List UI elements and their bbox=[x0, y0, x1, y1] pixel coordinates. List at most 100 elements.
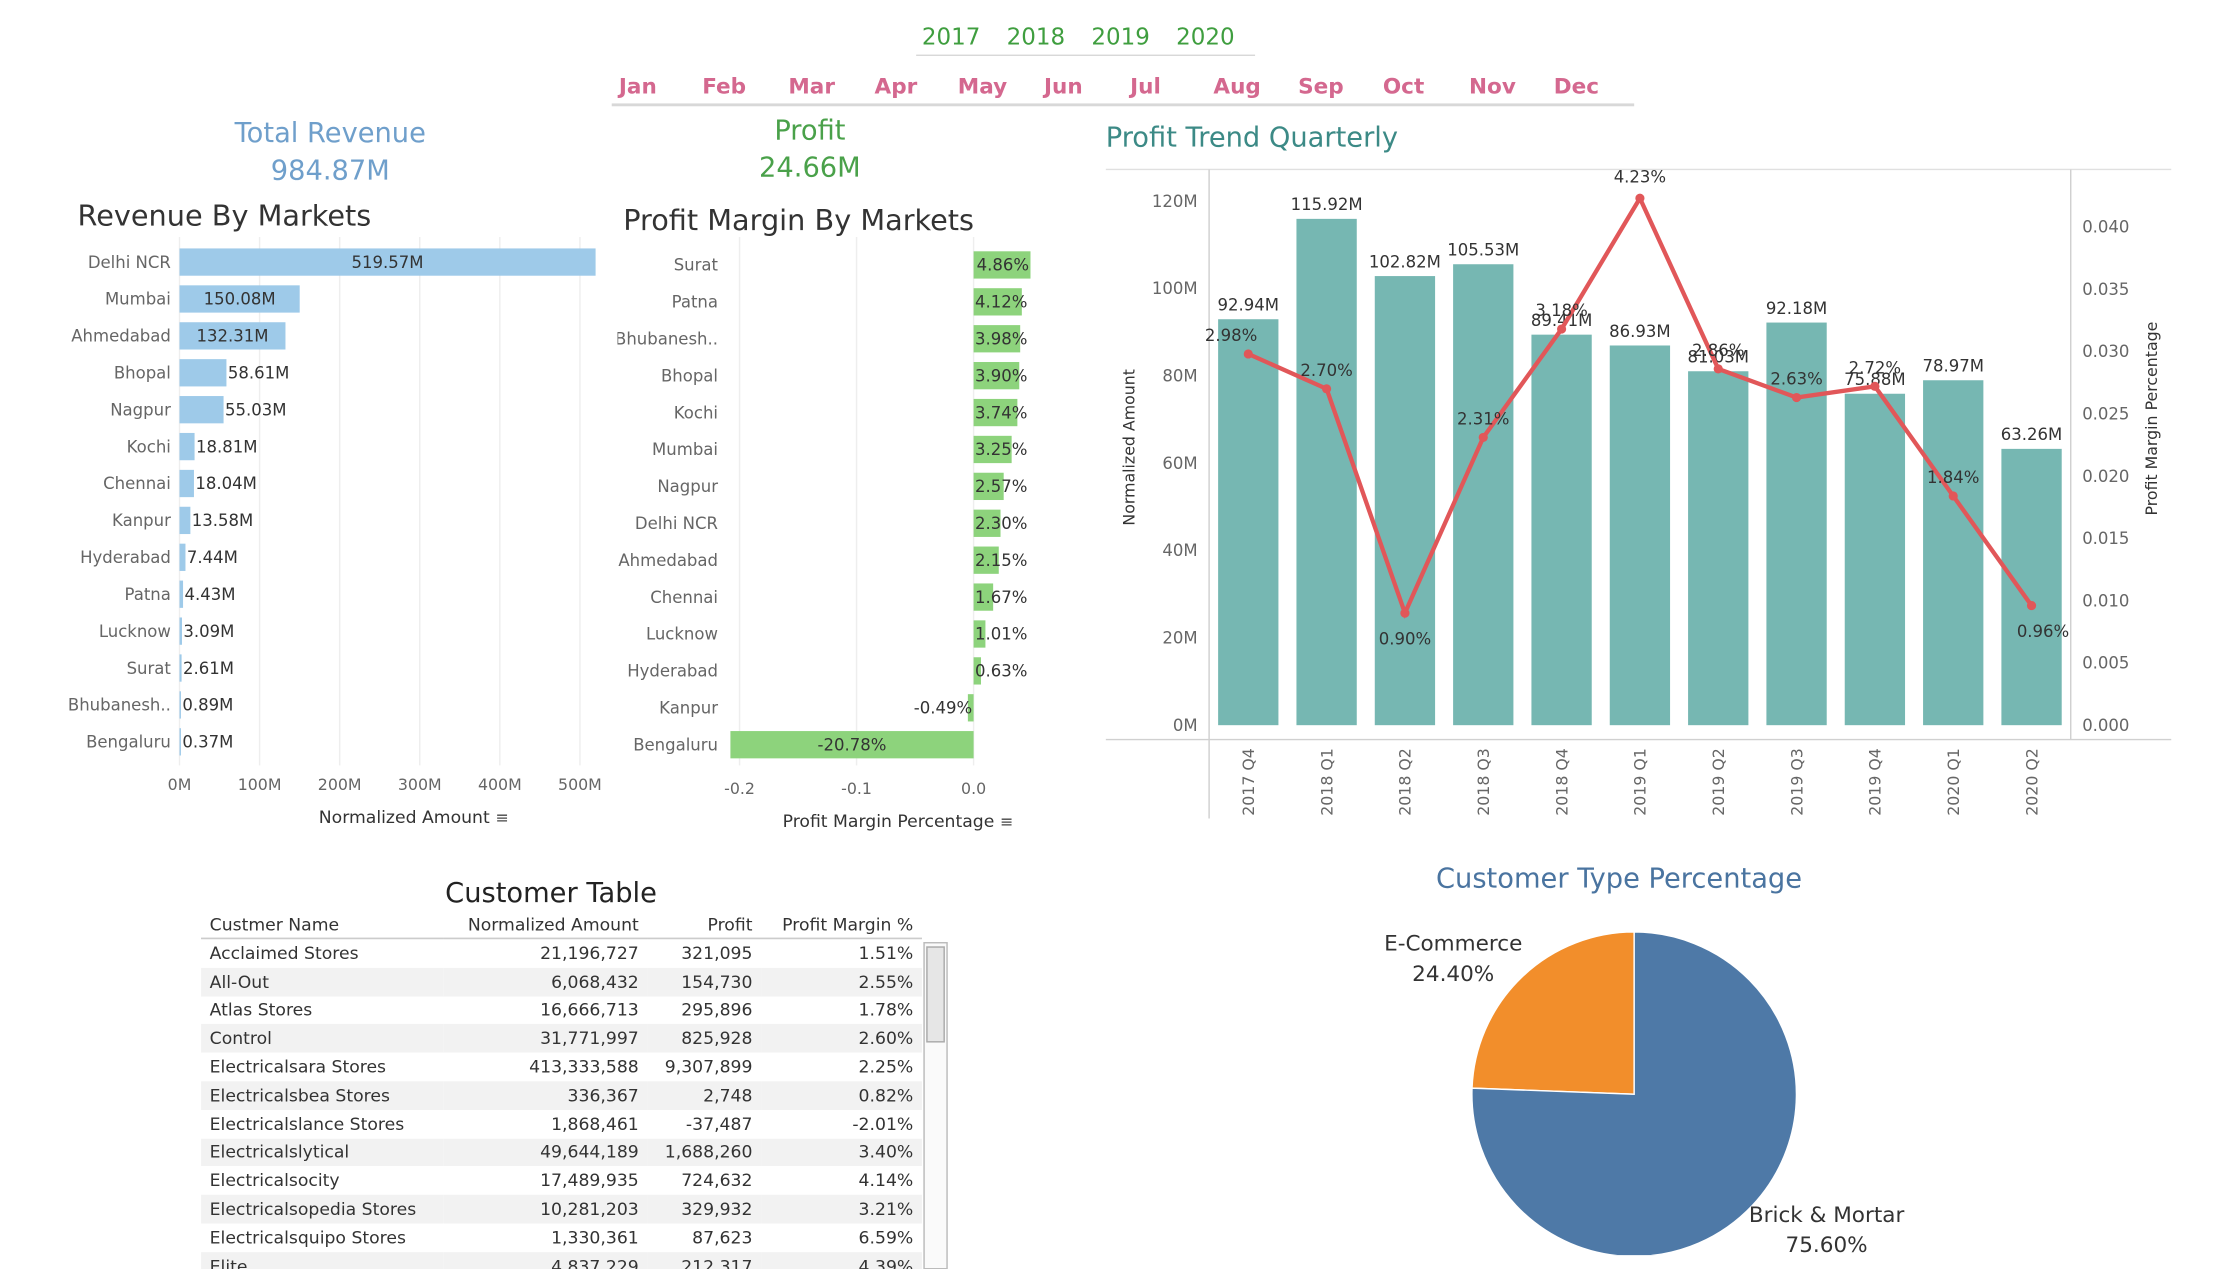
month-filter: Jan Feb Mar Apr May Jun Jul Aug Sep Oct … bbox=[611, 66, 1635, 107]
scrollbar-thumb[interactable] bbox=[926, 946, 945, 1043]
month-mar[interactable]: Mar bbox=[788, 73, 835, 99]
month-apr[interactable]: Apr bbox=[875, 73, 918, 99]
table-row[interactable]: Acclaimed Stores 21,196,727 321,095 1.51% bbox=[201, 938, 922, 967]
year-2020[interactable]: 2020 bbox=[1176, 23, 1234, 50]
month-aug[interactable]: Aug bbox=[1213, 73, 1260, 99]
data-label: 18.81M bbox=[196, 437, 257, 456]
table-row[interactable]: Electricalslytical 49,644,189 1,688,260 3.4… bbox=[201, 1138, 922, 1167]
category-label: Ahmedabad bbox=[71, 327, 171, 346]
slice-value-label: 75.60% bbox=[1786, 1233, 1868, 1255]
data-label: 2.30% bbox=[975, 514, 1027, 533]
category-label: Kanpur bbox=[112, 511, 171, 530]
profit-margin-by-markets-chart: -0.2 -0.1 0.0 Surat 4.86% Patna 4.12% Bhubanesh… bbox=[617, 236, 1031, 798]
table-scrollbar[interactable] bbox=[923, 942, 948, 1269]
cell-normalized-amount: 17,489,935 bbox=[540, 1170, 639, 1191]
category-label: Bhubanesh.. bbox=[617, 329, 718, 348]
cell-customer-name: Atlas Stores bbox=[209, 1000, 313, 1021]
bar bbox=[1688, 371, 1749, 726]
cell-customer-name: Acclaimed Stores bbox=[209, 943, 359, 964]
data-label: 519.57M bbox=[352, 253, 424, 272]
month-sep[interactable]: Sep bbox=[1298, 73, 1344, 99]
data-label: -0.49% bbox=[914, 699, 972, 718]
month-dec[interactable]: Dec bbox=[1554, 73, 1599, 99]
profit-value: 24.66M bbox=[759, 152, 861, 184]
line-data-label: 2.70% bbox=[1300, 361, 1352, 380]
y2-tick-label: 0.040 bbox=[2082, 218, 2129, 237]
table-row[interactable]: Electricalsbea Stores 336,367 2,748 0.82% bbox=[201, 1081, 922, 1110]
cell-customer-name: All-Out bbox=[201, 967, 444, 997]
data-label: 0.37M bbox=[182, 733, 233, 752]
month-may[interactable]: May bbox=[958, 73, 1007, 99]
line-point bbox=[1243, 349, 1253, 359]
x-tick-label: 200M bbox=[318, 775, 362, 794]
category-label: Mumbai bbox=[105, 290, 171, 309]
category-label: Kanpur bbox=[659, 699, 718, 718]
table-row[interactable]: Atlas Stores 16,666,713 295,896 1.78% bbox=[201, 996, 922, 1024]
table-row[interactable]: Electricalsopedia Stores 10,281,203 329,93… bbox=[201, 1194, 922, 1224]
slice-value-label: 24.40% bbox=[1412, 962, 1494, 987]
cell-profit: 1,688,260 bbox=[647, 1138, 762, 1167]
col-normalized-amount[interactable]: Normalized Amount bbox=[443, 910, 648, 940]
line-point bbox=[1478, 432, 1488, 443]
line-point bbox=[1870, 381, 1880, 391]
category-label: Ahmedabad bbox=[618, 551, 718, 570]
slice-category-label: E-Commerce bbox=[1384, 932, 1522, 957]
bar-data-label: 92.18M bbox=[1766, 299, 1827, 318]
cell-profit-margin: 2.25% bbox=[858, 1057, 914, 1078]
y2-tick-label: 0.010 bbox=[2082, 591, 2129, 610]
bar-data-label: 115.92M bbox=[1291, 195, 1363, 214]
year-2017[interactable]: 2017 bbox=[922, 23, 980, 50]
year-2018[interactable]: 2018 bbox=[1007, 23, 1065, 50]
sort-icon[interactable]: ≡ bbox=[495, 808, 508, 827]
bar bbox=[179, 691, 181, 719]
line-data-label: 4.23% bbox=[1614, 167, 1666, 186]
col-profit-margin[interactable]: Profit Margin % bbox=[761, 910, 922, 940]
month-feb[interactable]: Feb bbox=[702, 73, 746, 99]
x-tick-label: -0.2 bbox=[724, 779, 755, 798]
col-customer-name[interactable]: Custmer Name bbox=[201, 910, 444, 940]
bar-data-label: 63.26M bbox=[2001, 425, 2062, 444]
category-label: Nagpur bbox=[657, 477, 718, 496]
table-row[interactable]: Electricalslance Stores 1,868,461 -37,487 -… bbox=[201, 1110, 922, 1138]
year-2019[interactable]: 2019 bbox=[1091, 23, 1149, 50]
line-data-label: 2.86% bbox=[1692, 341, 1744, 360]
line-data-label: 2.98% bbox=[1205, 326, 1257, 345]
table-row[interactable]: Electricalsocity 17,489,935 724,632 4.14% bbox=[201, 1167, 922, 1195]
data-label: 3.90% bbox=[975, 366, 1027, 385]
customer-type-pie-chart: E-Commerce 24.40% Brick & Mortar 75.60% bbox=[1384, 931, 1904, 1256]
month-nov[interactable]: Nov bbox=[1469, 73, 1516, 99]
cell-profit: 87,623 bbox=[692, 1227, 753, 1248]
data-label: 3.74% bbox=[975, 403, 1027, 422]
category-label: Delhi NCR bbox=[635, 514, 718, 533]
month-jun[interactable]: Jun bbox=[1044, 73, 1083, 99]
revenue-xaxis-label: Normalized Amount ≡ bbox=[318, 807, 509, 828]
x-tick-label: 2018 Q3 bbox=[1474, 748, 1493, 816]
table-row[interactable]: All-Out 6,068,432 154,730 2.55% bbox=[201, 967, 922, 997]
category-label: Surat bbox=[674, 256, 719, 275]
dashboard: 2017 2018 2019 2020 Jan Feb Mar Apr May … bbox=[0, 0, 2223, 1269]
bar bbox=[1609, 345, 1671, 726]
y2-tick-label: 0.000 bbox=[2082, 716, 2129, 735]
bar-data-label: 78.97M bbox=[1922, 357, 1983, 376]
month-jan[interactable]: Jan bbox=[619, 73, 657, 99]
data-label: 13.58M bbox=[192, 511, 253, 530]
table-row[interactable]: Control 31,771,997 825,928 2.60% bbox=[201, 1024, 922, 1053]
cell-customer-name: Electricalsara Stores bbox=[209, 1057, 387, 1078]
y-axis-title: Normalized Amount bbox=[1119, 369, 1138, 526]
month-oct[interactable]: Oct bbox=[1383, 73, 1424, 99]
cell-normalized-amount: 21,196,727 bbox=[540, 943, 639, 964]
col-profit[interactable]: Profit bbox=[647, 910, 762, 940]
data-label: 1.01% bbox=[975, 625, 1027, 644]
table-row[interactable]: Elite 4,837,229 212,317 4.39% bbox=[201, 1251, 922, 1269]
x-tick-label: 2019 Q3 bbox=[1787, 748, 1806, 816]
cell-profit: 295,896 bbox=[681, 1000, 753, 1021]
category-label: Mumbai bbox=[652, 440, 718, 459]
sort-icon[interactable]: ≡ bbox=[1000, 813, 1013, 832]
table-row[interactable]: Electricalsara Stores 413,333,588 9,307,89… bbox=[201, 1053, 922, 1081]
category-label: Patna bbox=[125, 585, 171, 604]
cell-customer-name: Electricalslance Stores bbox=[209, 1113, 405, 1134]
data-label: 58.61M bbox=[228, 364, 289, 383]
table-row[interactable]: Electricalsquipo Stores 1,330,361 87,623 6.… bbox=[201, 1223, 922, 1251]
bar bbox=[1296, 218, 1357, 726]
month-jul[interactable]: Jul bbox=[1130, 73, 1161, 99]
